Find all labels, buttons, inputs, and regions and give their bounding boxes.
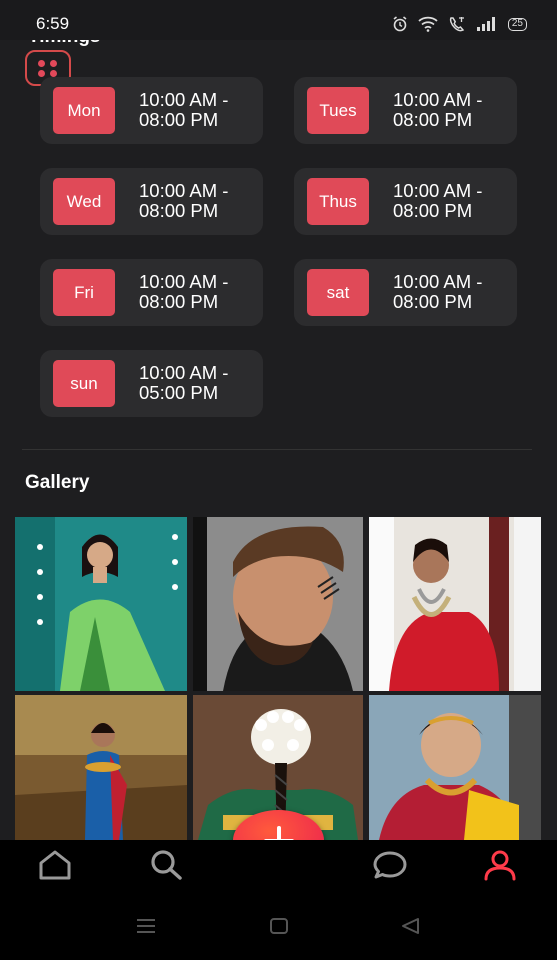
gallery-photo-2[interactable] [193, 517, 363, 691]
system-nav-bar [0, 890, 557, 960]
timing-card-wed: Wed 10:00 AM -08:00 PM [40, 168, 263, 235]
timing-hours: 10:00 AM -05:00 PM [139, 362, 229, 403]
wifi-icon [418, 16, 438, 32]
back-triangle-icon [402, 918, 419, 934]
nav-profile[interactable] [480, 848, 520, 882]
home-icon [39, 850, 71, 880]
gallery-photo-1[interactable] [15, 517, 187, 691]
recent-apps-button[interactable] [133, 916, 159, 936]
day-chip: Wed [53, 178, 115, 225]
section-divider [22, 449, 532, 450]
timing-card-mon: Mon 10:00 AM -08:00 PM [40, 77, 263, 144]
grid-dot [38, 60, 45, 67]
status-bar: 6:59 25 [0, 0, 557, 40]
nav-chat[interactable] [370, 848, 410, 882]
timing-card-sat: sat 10:00 AM -08:00 PM [294, 259, 517, 326]
timing-hours: 10:00 AM -08:00 PM [139, 180, 229, 221]
status-icons: 25 [392, 14, 527, 34]
alarm-icon [392, 16, 408, 32]
nav-search[interactable] [146, 848, 186, 882]
timing-hours: 10:00 AM -08:00 PM [393, 180, 483, 221]
grid-dot [38, 70, 45, 77]
square-icon [270, 918, 288, 934]
shop-details-content[interactable]: Timings Mon 10:00 AM -08:00 PM Tues 10:0… [0, 40, 557, 840]
nav-home[interactable] [35, 848, 75, 882]
gallery-photo-3[interactable] [369, 517, 541, 691]
profile-icon [484, 850, 516, 881]
day-chip: Tues [307, 87, 369, 134]
timing-card-tues: Tues 10:00 AM -08:00 PM [294, 77, 517, 144]
battery-icon: 25 [507, 17, 527, 31]
status-time: 6:59 [36, 14, 70, 33]
timing-card-fri: Fri 10:00 AM -08:00 PM [40, 259, 263, 326]
chat-icon [373, 851, 407, 879]
timing-hours: 10:00 AM -08:00 PM [139, 271, 229, 312]
timing-card-sun: sun 10:00 AM -05:00 PM [40, 350, 263, 417]
search-icon [151, 850, 182, 880]
day-chip: sun [53, 360, 115, 407]
gallery-title: Gallery [25, 472, 90, 493]
bottom-nav [0, 840, 557, 890]
back-system-button[interactable] [398, 916, 424, 936]
call-icon [448, 16, 466, 32]
timing-hours: 10:00 AM -08:00 PM [393, 89, 483, 130]
timing-hours: 10:00 AM -08:00 PM [139, 89, 229, 130]
signal-icon [476, 16, 498, 32]
day-chip: sat [307, 269, 369, 316]
day-chip: Thus [307, 178, 369, 225]
day-chip: Mon [53, 87, 115, 134]
gallery-photo-6[interactable] [369, 695, 541, 840]
home-system-button[interactable] [266, 916, 292, 936]
timing-hours: 10:00 AM -08:00 PM [393, 271, 483, 312]
gallery-photo-4[interactable] [15, 695, 187, 840]
menu-icon [137, 919, 155, 933]
grid-dot [50, 60, 57, 67]
timings-title: Timings [28, 40, 101, 48]
grid-dot [50, 70, 57, 77]
day-chip: Fri [53, 269, 115, 316]
timing-card-thus: Thus 10:00 AM -08:00 PM [294, 168, 517, 235]
